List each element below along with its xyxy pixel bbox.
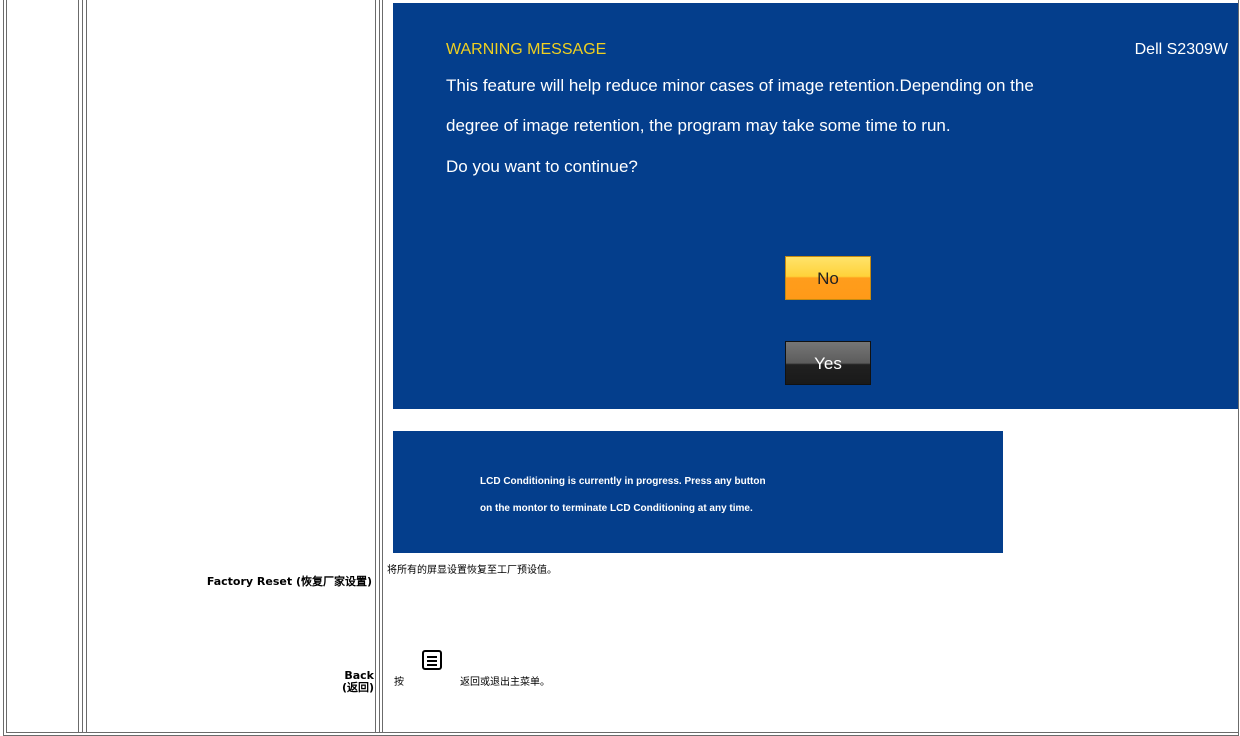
yes-button[interactable]: Yes [785,341,871,385]
border-left-inner [6,0,7,733]
border-right [1238,0,1239,736]
back-description-prefix: 按 [394,677,404,688]
border-col3-a [379,0,380,733]
conditioning-banner: LCD Conditioning is currently in progres… [393,431,1003,553]
osd-title: WARNING MESSAGE [446,41,607,58]
osd-question: Do you want to continue? [446,157,638,176]
back-label: Back (返回) [342,670,374,694]
banner-line1: LCD Conditioning is currently in progres… [480,476,766,487]
back-label-cn: (返回) [341,681,374,694]
warning-osd-panel: WARNING MESSAGE Dell S2309W This feature… [393,3,1238,409]
back-description-suffix: 返回或退出主菜单。 [460,677,550,688]
banner-line2: on the montor to terminate LCD Condition… [480,503,753,514]
border-col2-a [86,0,87,733]
osd-message-line1: This feature will help reduce minor case… [446,76,1034,95]
osd-message-line2: degree of image retention, the program m… [446,116,951,135]
osd-model-name: Dell S2309W [1134,41,1228,58]
border-col1-a [78,0,79,733]
border-col2-b [375,0,376,733]
border-col1-b [82,0,83,733]
border-bottom-inner [6,732,1238,733]
border-left-outer [3,0,4,736]
menu-button-icon [422,650,442,670]
factory-reset-label: Factory Reset (恢复厂家设置) [206,575,372,588]
factory-reset-description: 将所有的屏显设置恢复至工厂预设值。 [387,565,557,576]
border-col3-b [382,0,383,733]
no-button[interactable]: No [785,256,871,300]
